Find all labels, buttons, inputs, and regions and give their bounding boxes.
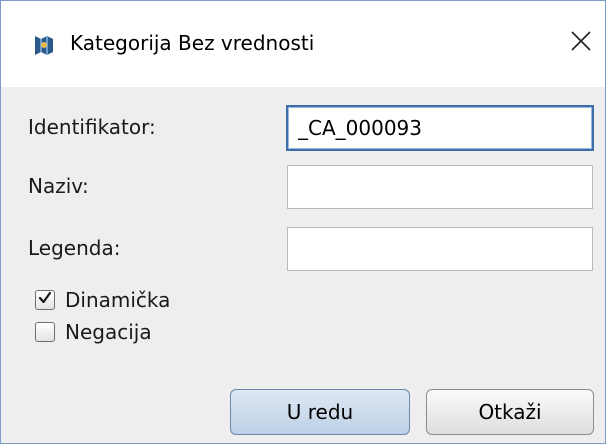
title-bar[interactable]: Kategorija Bez vrednosti [1,1,605,87]
dialog-title: Kategorija Bez vrednosti [70,31,315,55]
naziv-label: Naziv: [28,174,89,198]
legenda-field[interactable] [287,227,593,271]
close-button[interactable] [563,25,599,61]
dialog-window: Kategorija Bez vrednosti Identifikator: … [0,0,606,444]
dinamicka-checkbox[interactable] [35,290,55,310]
ok-button[interactable]: U redu [230,389,410,435]
negacija-label[interactable]: Negacija [65,320,152,344]
app-logo-icon [32,33,56,57]
cancel-button[interactable]: Otkaži [426,389,594,435]
close-icon [570,30,592,56]
identifikator-field[interactable] [286,105,594,151]
dialog-content: Identifikator: Naziv: Legenda: Dinamička… [1,87,605,443]
dinamicka-label[interactable]: Dinamička [65,288,170,312]
checkmark-icon [37,290,53,310]
legenda-label: Legenda: [28,236,121,260]
negacija-checkbox[interactable] [35,322,55,342]
naziv-field[interactable] [287,165,593,209]
identifikator-label: Identifikator: [28,115,156,139]
